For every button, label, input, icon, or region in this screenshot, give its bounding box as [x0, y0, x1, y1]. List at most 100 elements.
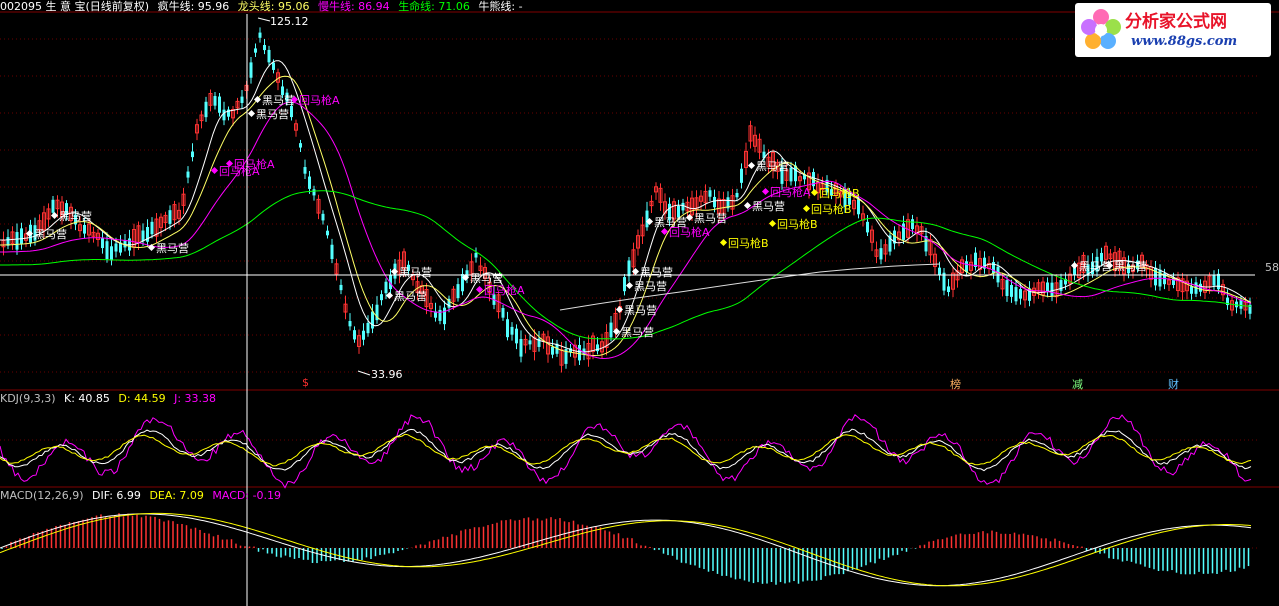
candle-body [218, 96, 221, 113]
candle-body [866, 221, 869, 233]
kdj-k-line [0, 428, 1252, 472]
candle-body [1010, 285, 1013, 297]
candle-body [506, 319, 509, 338]
candle-body [681, 202, 685, 211]
signal-label: 回马枪B [728, 236, 769, 250]
candle-body [627, 260, 631, 277]
signal-diamond [50, 211, 59, 220]
candle-body [348, 321, 352, 327]
signal-diamond [747, 161, 756, 170]
signal-label: 回马枪B [819, 186, 860, 200]
low-price-label: 33.96 [371, 368, 403, 381]
candle-body [371, 311, 374, 329]
macd-dif: DIF: 6.99 [92, 489, 141, 502]
candle-body [150, 221, 154, 235]
candle-body [911, 219, 914, 230]
candle-body [1154, 267, 1157, 286]
site-logo[interactable]: 分析家公式网 www.88gs.com [1075, 3, 1271, 57]
header-item-1: 龙头线: 95.06 [237, 0, 310, 13]
candle-body [299, 143, 302, 148]
signal-diamond [390, 267, 399, 276]
candle-body [857, 199, 860, 215]
candle-body [501, 308, 505, 318]
macd-value: MACD: -0.19 [212, 489, 282, 502]
candle-body [1019, 289, 1022, 299]
candle-body [105, 241, 109, 259]
signal-label: 黑马营 [621, 325, 654, 339]
kdj-j-line [0, 414, 1252, 489]
signal-diamond [625, 281, 634, 290]
candle-body [362, 330, 365, 340]
signal-label: 黑马营 [624, 303, 657, 317]
candle-body [51, 199, 55, 213]
candle-body [578, 344, 581, 361]
event-marker-bang[interactable]: 榜 [950, 376, 961, 392]
macd-dea-line [0, 512, 1252, 587]
high-price-label: 125.12 [270, 15, 309, 28]
candle-body [623, 277, 626, 292]
candle-body [551, 346, 554, 355]
event-marker-dollar[interactable]: $ [302, 376, 309, 389]
candle-body [1212, 275, 1216, 286]
event-marker-cai[interactable]: 财 [1168, 376, 1179, 392]
signal-diamond [802, 204, 811, 213]
signal-label: 回马枪A [234, 157, 275, 171]
candle-body [258, 32, 262, 38]
signal-label: 黑马营 [756, 159, 789, 173]
macd-histogram [0, 512, 1252, 587]
signal-diamond [210, 166, 219, 175]
line-niuxiong [559, 263, 941, 311]
candle-body [528, 340, 532, 345]
candle-body [101, 238, 104, 249]
signal-label: 黑马营 [470, 271, 503, 285]
candle-body [708, 190, 712, 197]
stock-name: 002095 生 意 宝(日线前复权) [0, 0, 150, 13]
line-manniu [0, 101, 1252, 360]
signal-label: 回马枪B [777, 217, 818, 231]
signal-label: 黑马营 [694, 211, 727, 225]
candle-body [1217, 273, 1220, 290]
main-header: 002095 生 意 宝(日线前复权) 疯牛线: 95.96 龙头线: 95.0… [0, 0, 528, 14]
kdj-title: KDJ(9,3,3) [0, 392, 56, 405]
candle-body [168, 210, 172, 224]
candle-body [1014, 287, 1018, 302]
signal-diamond [247, 109, 256, 118]
kdj-d-line [0, 433, 1252, 467]
candle-body [1046, 282, 1049, 293]
candle-body [645, 210, 649, 228]
kdj-j: J: 33.38 [174, 392, 217, 405]
candle-body [1050, 282, 1054, 297]
macd-dea: DEA: 7.09 [149, 489, 204, 502]
candle-body [380, 294, 383, 301]
candle-body [308, 176, 311, 189]
candle-body [267, 49, 271, 63]
logo-url: www.88gs.com [1131, 34, 1238, 49]
candle-body [119, 242, 122, 253]
signal-label: 回马枪A [669, 225, 710, 239]
header-item-0: 疯牛线: 95.96 [157, 0, 230, 13]
candlestick-series [1, 27, 1252, 373]
signal-markers: 黑马营黑马营黑马营黑马营黑马营回马枪A回马枪A回马枪A黑马营黑马营 黑马营回马枪A… [25, 93, 1147, 339]
candle-body [249, 62, 253, 78]
flower-icon [1081, 9, 1121, 49]
stock-chart[interactable]: 黑马营黑马营黑马营黑马营黑马营回马枪A回马枪A回马枪A黑马营黑马营 黑马营回马枪A… [0, 0, 1279, 606]
candle-body [902, 223, 905, 240]
candle-body [938, 267, 941, 275]
candle-body [290, 105, 293, 118]
candle-body [83, 224, 86, 234]
signal-label: 回马枪A [484, 283, 525, 297]
candle-body [191, 151, 194, 158]
candle-body [254, 48, 257, 53]
candle-body [339, 284, 343, 291]
kdj-header: KDJ(9,3,3) K: 40.85 D: 44.59 J: 33.38 [0, 392, 221, 406]
candle-body [326, 230, 329, 236]
logo-title: 分析家公式网 [1125, 12, 1227, 32]
candle-body [384, 281, 388, 294]
signal-label: 回马枪A [299, 93, 340, 107]
candle-body [272, 62, 275, 70]
signal-label: 黑马营 [394, 289, 427, 303]
candle-body [438, 309, 442, 321]
event-marker-jian[interactable]: 减 [1072, 376, 1083, 392]
candle-body [330, 244, 334, 260]
signal-label: 黑马营 [156, 241, 189, 255]
